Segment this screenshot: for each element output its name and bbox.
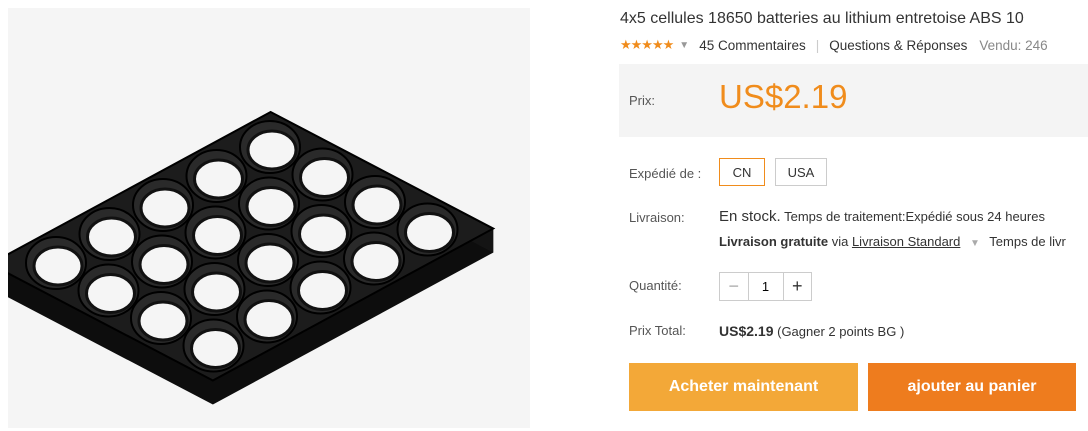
divider: | xyxy=(815,37,820,53)
reviews-link[interactable]: 45 Commentaires xyxy=(699,38,806,53)
price-box: Prix: US$2.19 xyxy=(619,64,1088,137)
ship-from-usa-button[interactable]: USA xyxy=(775,158,827,186)
ship-from-label: Expédié de : xyxy=(629,166,702,181)
cell-hole xyxy=(244,242,296,284)
total-line: US$2.19 (Gagner 2 points BG ) xyxy=(719,323,904,339)
cell-hole xyxy=(298,213,349,255)
shipping-method-link[interactable]: Livraison Standard xyxy=(852,234,960,249)
cell-hole xyxy=(297,270,348,311)
processing-time: Temps de traitement:Expédié sous 24 heur… xyxy=(784,209,1045,224)
delivery-time: Temps de livr xyxy=(989,234,1066,249)
cell-hole xyxy=(192,215,243,256)
rating-row: ★★★★★ ▼ 45 Commentaires | Questions & Ré… xyxy=(620,37,1048,53)
delivery-label: Livraison: xyxy=(629,210,685,225)
decrease-button[interactable]: − xyxy=(720,273,749,300)
quantity-label: Quantité: xyxy=(629,278,682,293)
delivery-line: En stock. Temps de traitement:Expédié so… xyxy=(719,208,1045,225)
stock-status: En stock. xyxy=(719,208,781,225)
chevron-down-icon[interactable]: ▼ xyxy=(679,40,689,51)
star-rating-icon[interactable]: ★★★★★ xyxy=(620,37,674,53)
product-image[interactable] xyxy=(8,8,530,428)
cell-hole xyxy=(299,157,350,198)
cell-hole xyxy=(351,184,403,226)
total-amount: US$2.19 xyxy=(719,323,774,339)
increase-button[interactable]: + xyxy=(782,273,811,300)
cell-hole xyxy=(350,241,402,282)
free-shipping: Livraison gratuite xyxy=(719,234,829,249)
cell-hole xyxy=(404,212,455,253)
cell-hole xyxy=(86,216,137,258)
cell-hole xyxy=(85,273,136,314)
cell-hole xyxy=(32,245,84,287)
add-to-cart-button[interactable]: ajouter au panier xyxy=(868,363,1076,411)
cell-hole xyxy=(139,187,191,229)
quantity-input[interactable] xyxy=(748,273,783,300)
cell-hole xyxy=(246,129,298,171)
cell-hole xyxy=(190,328,241,369)
shipping-method-line: Livraison gratuite via Livraison Standar… xyxy=(719,234,1066,249)
cell-hole xyxy=(137,300,189,342)
qa-link[interactable]: Questions & Réponses xyxy=(829,38,967,53)
cell-hole xyxy=(193,158,244,200)
cell-hole xyxy=(138,244,190,285)
buy-now-button[interactable]: Acheter maintenant xyxy=(629,363,858,411)
battery-holder-illustration xyxy=(8,110,496,405)
ship-from-cn-button[interactable]: CN xyxy=(719,158,765,186)
quantity-stepper: − + xyxy=(719,272,812,301)
price-value: US$2.19 xyxy=(719,78,848,115)
sold-count: Vendu: 246 xyxy=(979,37,1048,53)
via-text: via xyxy=(831,234,849,249)
total-label: Prix Total: xyxy=(629,323,686,338)
cell-hole xyxy=(191,271,242,313)
chevron-down-icon[interactable]: ▼ xyxy=(970,238,980,249)
points-note: (Gagner 2 points BG ) xyxy=(777,324,905,339)
cell-hole xyxy=(243,299,295,340)
cell-hole xyxy=(245,186,297,227)
price-label: Prix: xyxy=(629,93,655,108)
product-title: 4x5 cellules 18650 batteries au lithium … xyxy=(620,10,1024,27)
